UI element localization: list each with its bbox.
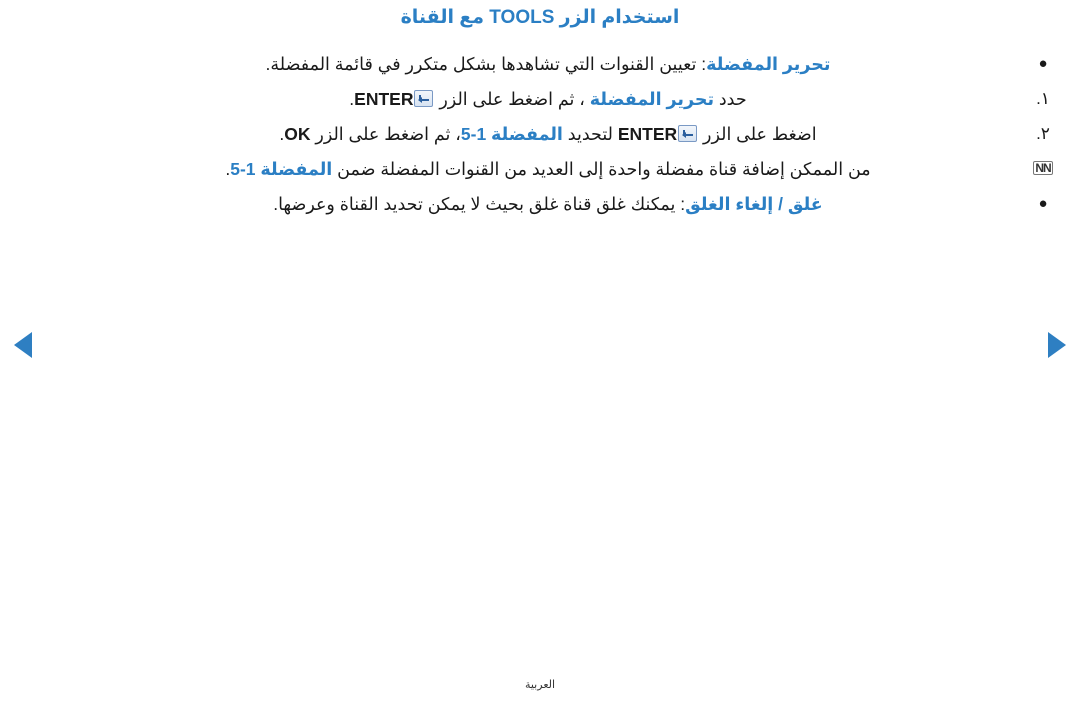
item-text-mid2: ، ثم اضغط على الزر bbox=[310, 124, 461, 144]
list-item-text: غلق / إلغاء الغلق: يمكنك غلق قناة غلق بح… bbox=[70, 190, 1026, 219]
highlight-term: المفضلة 1-5 bbox=[230, 159, 333, 179]
enter-label: ENTER bbox=[354, 89, 414, 109]
content-body: ● تحرير المفضلة: تعيين القنوات التي تشاه… bbox=[0, 50, 1080, 225]
highlight-term: تحرير المفضلة bbox=[706, 54, 831, 74]
item-text-mid: ، ثم اضغط على الزر bbox=[434, 89, 590, 109]
enter-key-icon bbox=[414, 90, 434, 107]
step-number: ١. bbox=[1036, 89, 1050, 108]
highlight-term: تحرير المفضلة bbox=[589, 89, 715, 109]
next-page-arrow[interactable] bbox=[1048, 332, 1066, 358]
step-number: ٢. bbox=[1036, 124, 1050, 143]
list-item-text: من الممكن إضافة قناة مفضلة واحدة إلى الع… bbox=[70, 155, 1026, 184]
page-title-suffix: مع القناة bbox=[400, 7, 490, 28]
page-title-tools: TOOLS bbox=[489, 7, 555, 28]
document-page: استخدام الزر TOOLS مع القناة ● تحرير الم… bbox=[0, 0, 1080, 705]
highlight-term: غلق / إلغاء الغلق bbox=[685, 194, 823, 214]
item-text-before: اضغط على الزر bbox=[698, 124, 817, 144]
item-text-after: : يمكنك غلق قناة غلق بحيث لا يمكن تحديد … bbox=[273, 194, 686, 214]
ok-label: OK bbox=[284, 124, 311, 144]
list-item: ● غلق / إلغاء الغلق: يمكنك غلق قناة غلق … bbox=[0, 190, 1080, 219]
list-item-text: اضغط على الزر ENTER لتحديد المفضلة 1-5، … bbox=[70, 120, 1026, 149]
item-text-after: : تعيين القنوات التي تشاهدها بشكل متكرر … bbox=[265, 54, 707, 74]
list-item: ٢. اضغط على الزر ENTER لتحديد المفضلة 1-… bbox=[0, 120, 1080, 149]
item-text-before: من الممكن إضافة قناة مفضلة واحدة إلى الع… bbox=[332, 159, 871, 179]
list-item-note: NN من الممكن إضافة قناة مفضلة واحدة إلى … bbox=[0, 155, 1080, 184]
item-text-before: حدد bbox=[714, 89, 747, 109]
bullet-icon: ● bbox=[1038, 55, 1048, 72]
list-item-text: حدد تحرير المفضلة ، ثم اضغط على الزر ENT… bbox=[70, 85, 1026, 114]
list-item: ١. حدد تحرير المفضلة ، ثم اضغط على الزر … bbox=[0, 85, 1080, 114]
bullet-icon: ● bbox=[1038, 195, 1048, 212]
list-item-text: تحرير المفضلة: تعيين القنوات التي تشاهده… bbox=[70, 50, 1026, 79]
note-badge: NN bbox=[1033, 161, 1053, 175]
enter-key-icon bbox=[678, 125, 698, 142]
highlight-term: المفضلة 1-5 bbox=[460, 124, 563, 144]
enter-label: ENTER bbox=[617, 124, 678, 144]
note-icon: NN bbox=[1026, 155, 1060, 183]
page-title-prefix: استخدام الزر bbox=[554, 7, 680, 28]
item-text-mid: لتحديد bbox=[562, 124, 618, 144]
list-item: ● تحرير المفضلة: تعيين القنوات التي تشاه… bbox=[0, 50, 1080, 79]
page-title: استخدام الزر TOOLS مع القناة bbox=[0, 6, 1080, 29]
prev-page-arrow[interactable] bbox=[14, 332, 32, 358]
footer-language: العربية bbox=[524, 679, 556, 691]
